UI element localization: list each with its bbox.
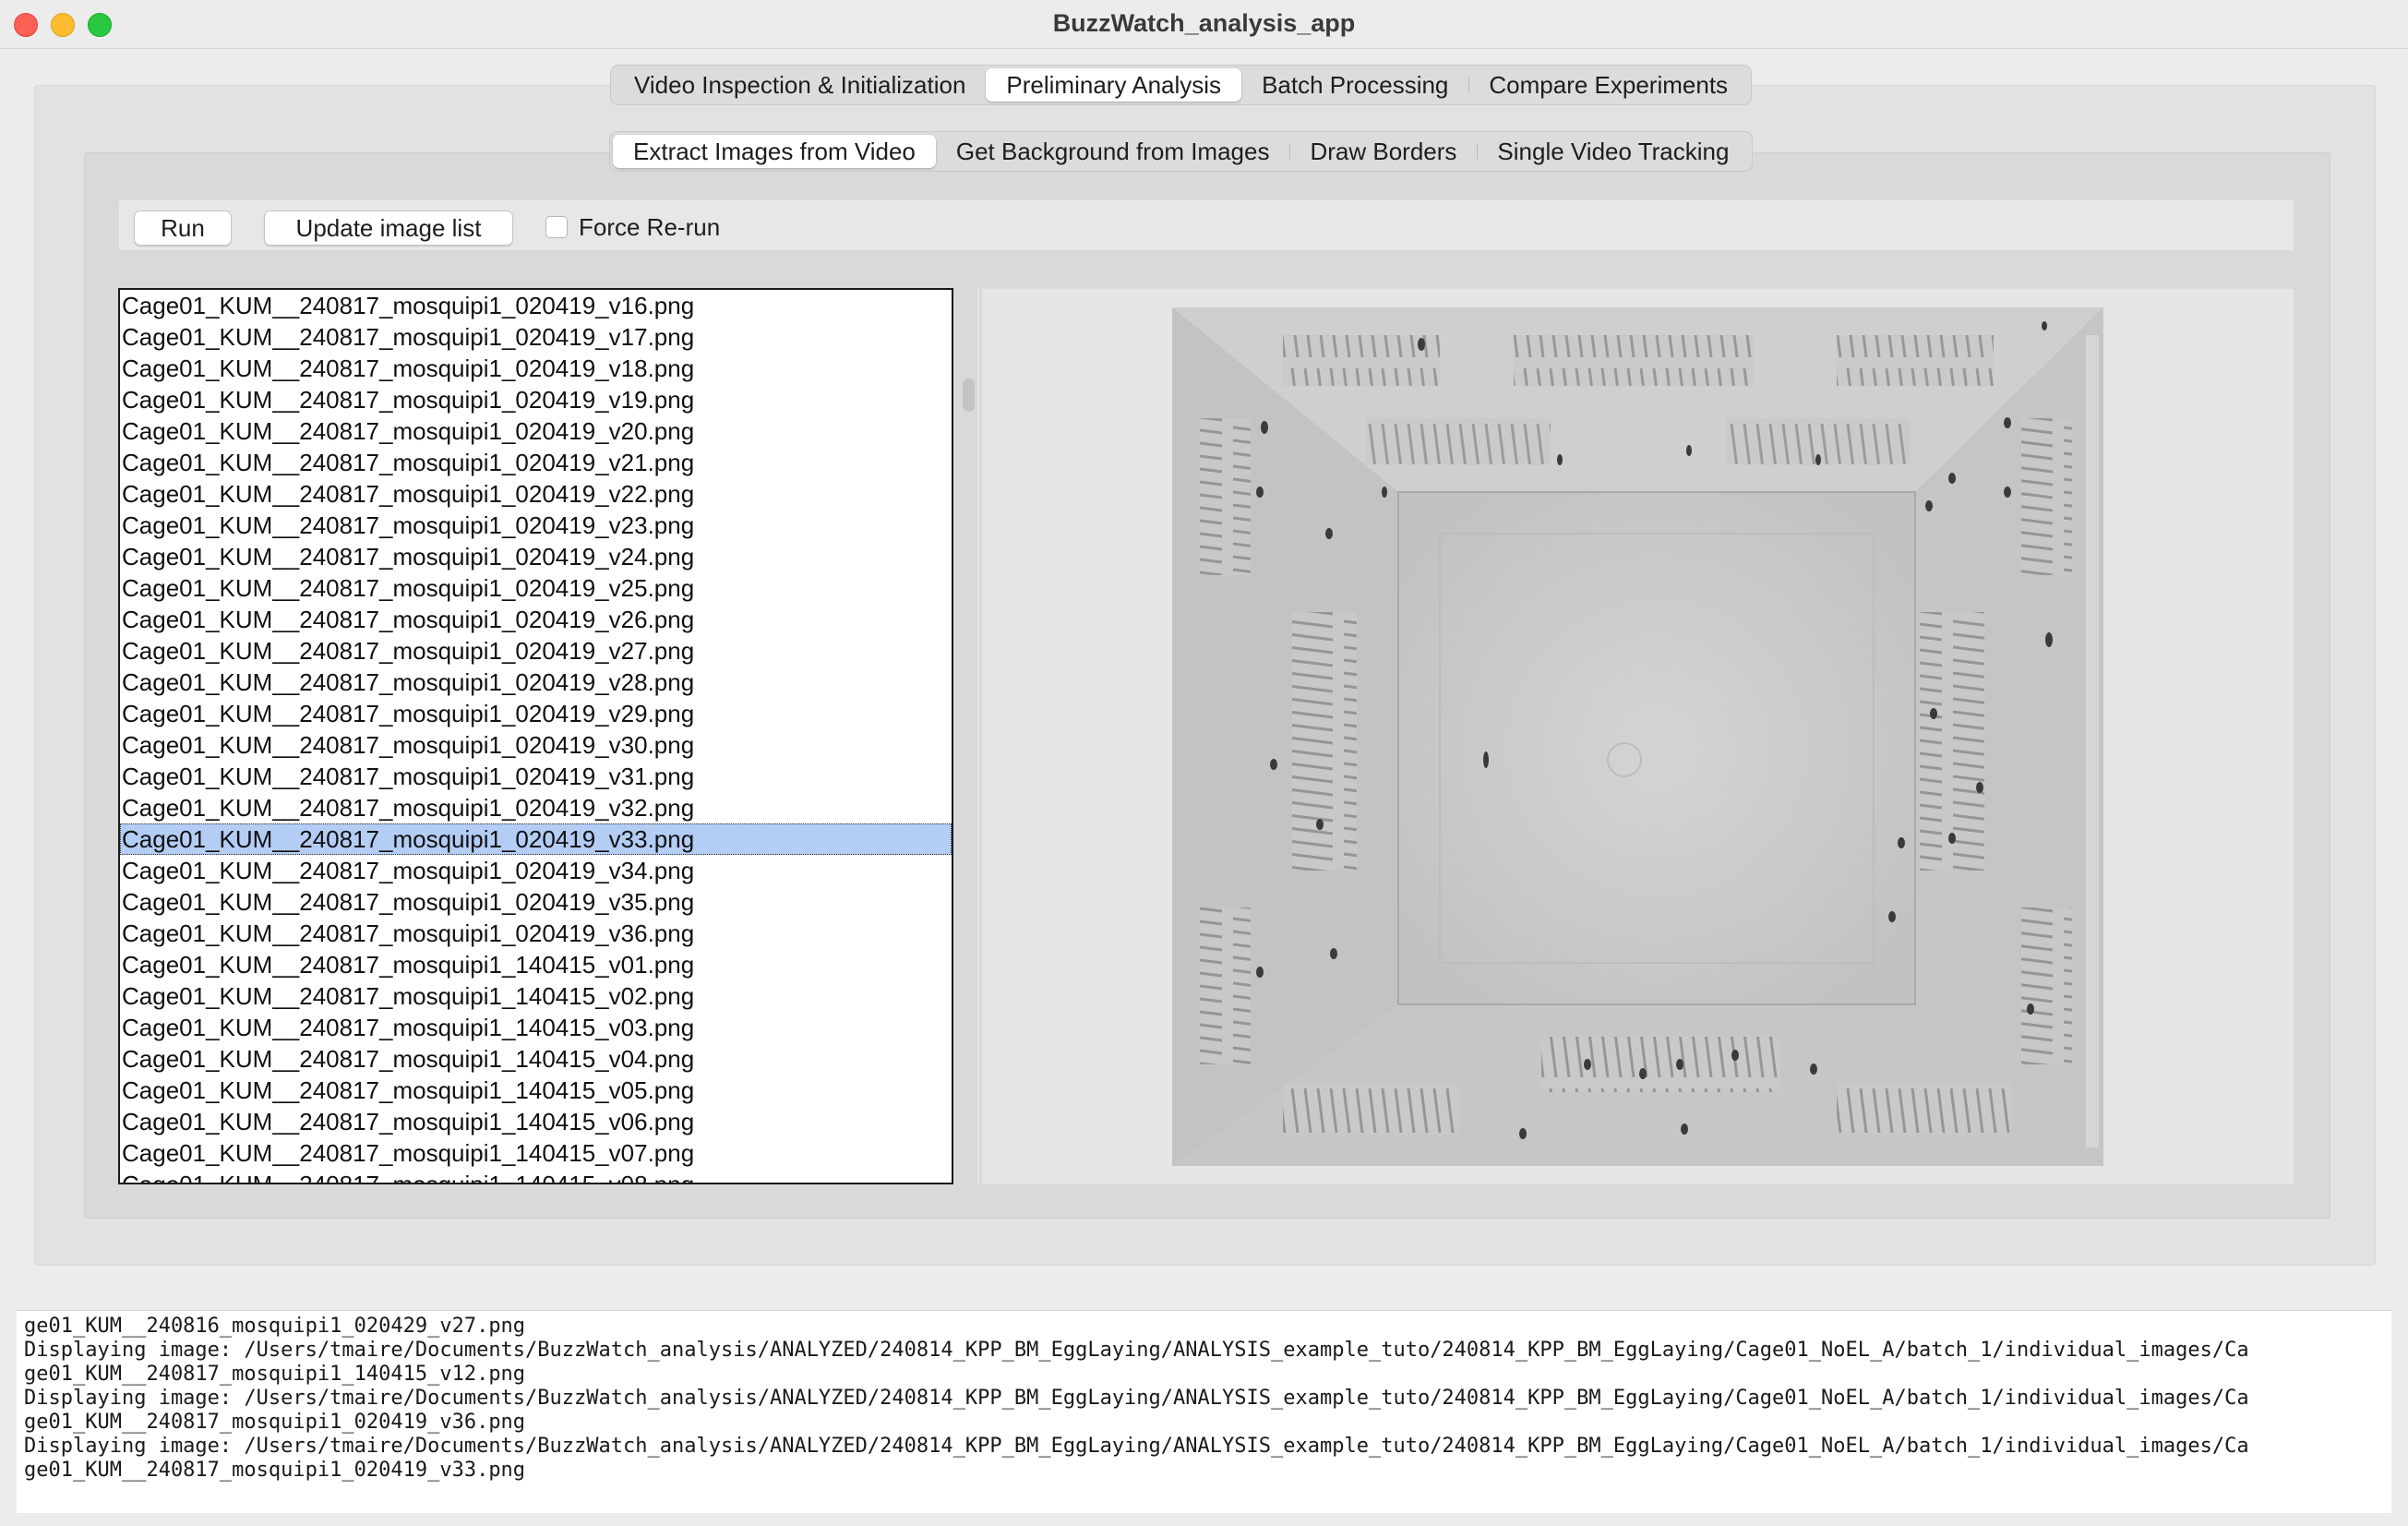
list-item[interactable]: Cage01_KUM__240817_mosquipi1_140415_v01.… <box>120 949 952 980</box>
list-item[interactable]: Cage01_KUM__240817_mosquipi1_020419_v30.… <box>120 729 952 761</box>
console-output: ge01_KUM__240816_mosquipi1_020429_v27.pn… <box>17 1310 2391 1513</box>
console-line: ge01_KUM__240816_mosquipi1_020429_v27.pn… <box>24 1315 526 1338</box>
console-line: ge01_KUM__240817_mosquipi1_140415_v12.pn… <box>24 1363 526 1386</box>
tab-get-background[interactable]: Get Background from Images <box>936 135 1290 168</box>
main-tab-bar: Video Inspection & Initialization Prelim… <box>610 65 1753 105</box>
list-item[interactable]: Cage01_KUM__240817_mosquipi1_020419_v29.… <box>120 698 952 729</box>
console-line: ge01_KUM__240817_mosquipi1_020419_v36.pn… <box>24 1411 526 1434</box>
console-line: ge01_KUM__240817_mosquipi1_020419_v33.pn… <box>24 1459 526 1482</box>
force-rerun-label: Force Re-run <box>579 212 721 241</box>
list-item[interactable]: Cage01_KUM__240817_mosquipi1_020419_v25.… <box>120 572 952 604</box>
list-item[interactable]: Cage01_KUM__240817_mosquipi1_020419_v24.… <box>120 541 952 572</box>
list-item[interactable]: Cage01_KUM__240817_mosquipi1_020419_v31.… <box>120 761 952 792</box>
list-item[interactable]: Cage01_KUM__240817_mosquipi1_020419_v33.… <box>120 823 952 855</box>
console-line: Displaying image: /Users/tmaire/Document… <box>24 1435 2249 1458</box>
list-item[interactable]: Cage01_KUM__240817_mosquipi1_020419_v27.… <box>120 635 952 667</box>
list-item[interactable]: Cage01_KUM__240817_mosquipi1_020419_v26.… <box>120 604 952 635</box>
image-preview-panel <box>981 288 2294 1184</box>
list-item[interactable]: Cage01_KUM__240817_mosquipi1_020419_v32.… <box>120 792 952 823</box>
cage-image-preview <box>1172 307 2103 1166</box>
window-titlebar: BuzzWatch_analysis_app <box>0 0 2408 49</box>
list-item[interactable]: Cage01_KUM__240817_mosquipi1_020419_v16.… <box>120 290 952 321</box>
list-item[interactable]: Cage01_KUM__240817_mosquipi1_020419_v22.… <box>120 478 952 510</box>
tab-compare-experiments[interactable]: Compare Experiments <box>1468 68 1748 102</box>
image-file-list[interactable]: Cage01_KUM__240817_mosquipi1_020419_v16.… <box>118 288 953 1184</box>
list-scroll-track[interactable] <box>977 288 979 1184</box>
console-line: Displaying image: /Users/tmaire/Document… <box>24 1339 2249 1362</box>
list-item[interactable]: Cage01_KUM__240817_mosquipi1_140415_v03.… <box>120 1012 952 1043</box>
list-item[interactable]: Cage01_KUM__240817_mosquipi1_140415_v07.… <box>120 1137 952 1169</box>
list-item[interactable]: Cage01_KUM__240817_mosquipi1_020419_v34.… <box>120 855 952 886</box>
list-item[interactable]: Cage01_KUM__240817_mosquipi1_020419_v21.… <box>120 447 952 478</box>
list-item[interactable]: Cage01_KUM__240817_mosquipi1_140415_v05.… <box>120 1075 952 1106</box>
list-item[interactable]: Cage01_KUM__240817_mosquipi1_020419_v19.… <box>120 384 952 415</box>
action-toolbar: Run Update image list Force Re-run <box>118 199 2294 251</box>
list-item[interactable]: Cage01_KUM__240817_mosquipi1_020419_v18.… <box>120 353 952 384</box>
tab-batch-processing[interactable]: Batch Processing <box>1241 68 1468 102</box>
tab-draw-borders[interactable]: Draw Borders <box>1289 135 1477 168</box>
list-item[interactable]: Cage01_KUM__240817_mosquipi1_140415_v08.… <box>120 1169 952 1183</box>
force-rerun-toggle[interactable]: Force Re-run <box>545 212 720 242</box>
list-item[interactable]: Cage01_KUM__240817_mosquipi1_020419_v20.… <box>120 415 952 447</box>
window-title: BuzzWatch_analysis_app <box>1052 9 1356 37</box>
list-item[interactable]: Cage01_KUM__240817_mosquipi1_140415_v06.… <box>120 1106 952 1137</box>
tab-extract-images[interactable]: Extract Images from Video <box>613 135 936 168</box>
list-item[interactable]: Cage01_KUM__240817_mosquipi1_020419_v36.… <box>120 918 952 949</box>
console-line: Displaying image: /Users/tmaire/Document… <box>24 1387 2249 1410</box>
tab-preliminary-analysis[interactable]: Preliminary Analysis <box>986 68 1242 102</box>
list-scrollbar-thumb[interactable] <box>963 378 975 412</box>
update-image-list-button[interactable]: Update image list <box>264 210 513 246</box>
tab-video-inspection[interactable]: Video Inspection & Initialization <box>614 68 986 102</box>
list-item[interactable]: Cage01_KUM__240817_mosquipi1_020419_v17.… <box>120 321 952 353</box>
sub-tab-bar: Extract Images from Video Get Background… <box>609 131 1754 172</box>
list-item[interactable]: Cage01_KUM__240817_mosquipi1_020419_v28.… <box>120 667 952 698</box>
list-item[interactable]: Cage01_KUM__240817_mosquipi1_140415_v02.… <box>120 980 952 1012</box>
list-item[interactable]: Cage01_KUM__240817_mosquipi1_140415_v04.… <box>120 1043 952 1075</box>
list-item[interactable]: Cage01_KUM__240817_mosquipi1_020419_v23.… <box>120 510 952 541</box>
run-button[interactable]: Run <box>134 210 232 246</box>
list-item[interactable]: Cage01_KUM__240817_mosquipi1_020419_v35.… <box>120 886 952 918</box>
force-rerun-checkbox[interactable] <box>545 216 568 238</box>
tab-single-video-tracking[interactable]: Single Video Tracking <box>1477 135 1749 168</box>
